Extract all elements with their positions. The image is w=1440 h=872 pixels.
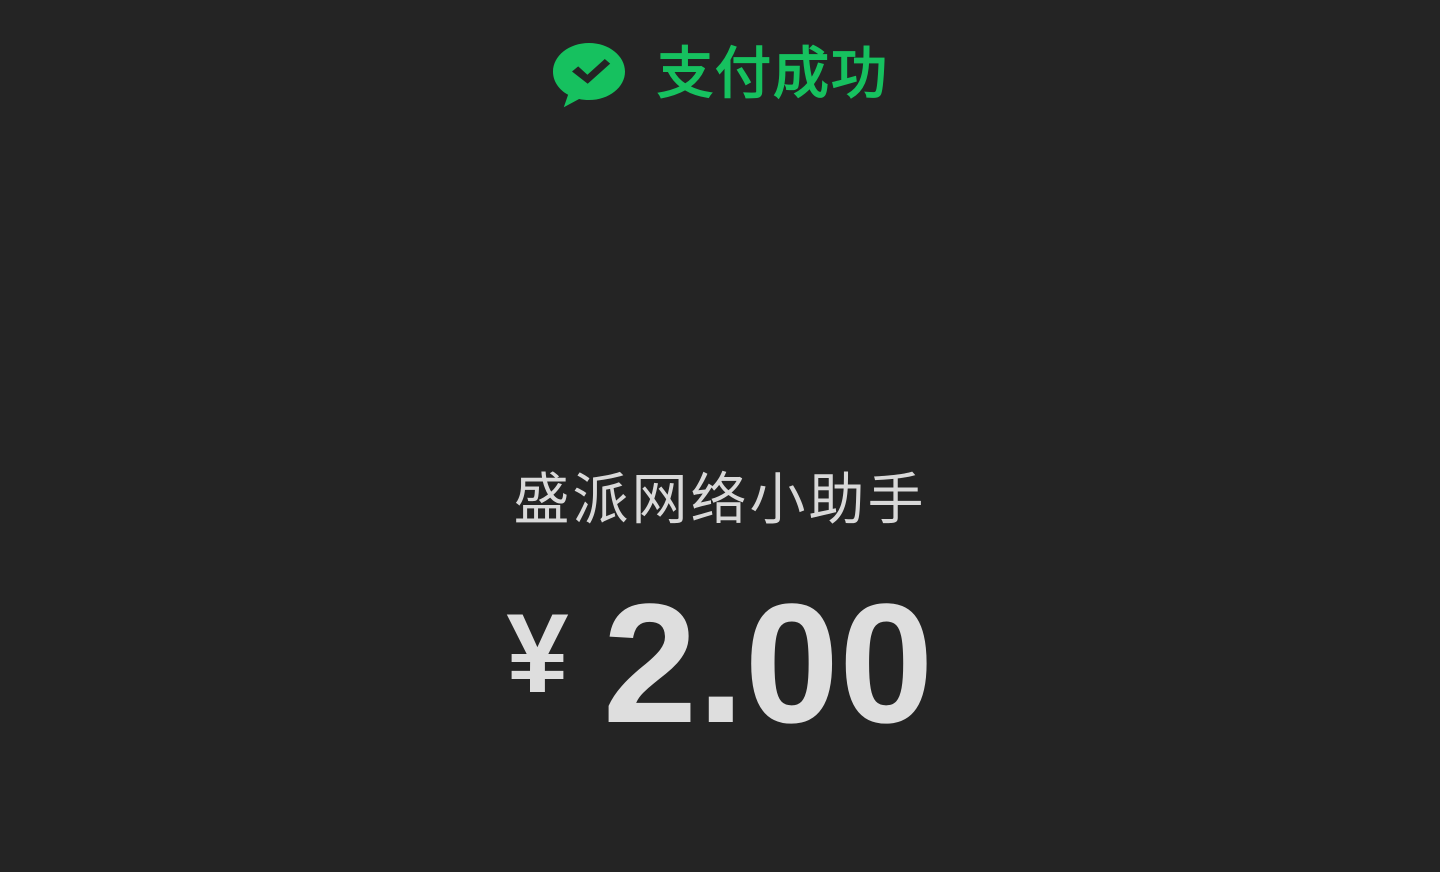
- merchant-name: 盛派网络小助手: [513, 468, 927, 533]
- payment-status-label: 支付成功: [657, 42, 889, 107]
- payment-amount: ¥ 2.00: [0, 569, 1440, 759]
- payment-success-screen: 支付成功 盛派网络小助手 ¥ 2.00: [0, 0, 1440, 872]
- amount-value: 2.00: [602, 569, 934, 759]
- wechat-pay-check-icon: [553, 43, 625, 108]
- payment-status-header: 支付成功: [0, 32, 1440, 118]
- currency-symbol: ¥: [506, 591, 569, 716]
